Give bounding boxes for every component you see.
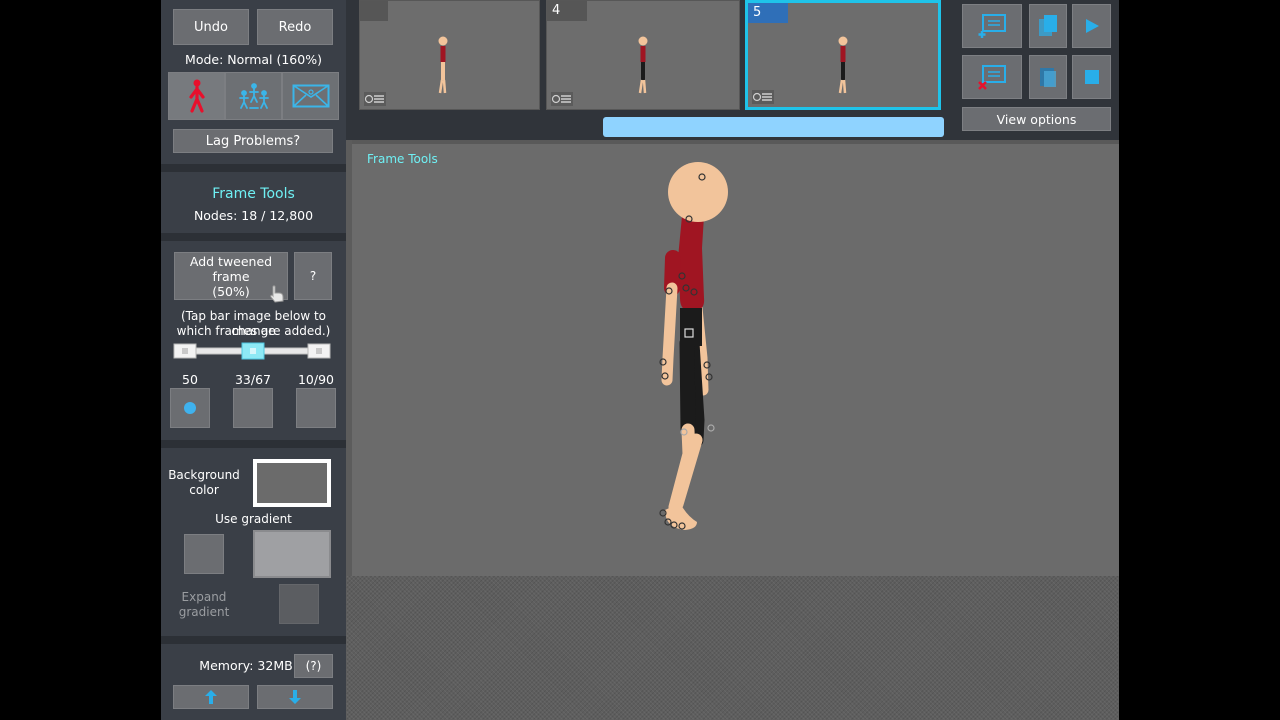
move-down-button[interactable]: [257, 685, 333, 709]
multi-figure-mode-button[interactable]: [225, 72, 282, 120]
canvas-mode-label: Frame Tools: [367, 152, 438, 166]
add-tweened-frame-percent: (50%): [212, 283, 250, 299]
background-color-swatch[interactable]: [253, 459, 331, 507]
expand-gradient-label-line1: Expand: [181, 590, 227, 604]
frame-number: 5: [748, 3, 788, 23]
add-tweened-frame-label: Add tweened frame: [189, 253, 273, 284]
memory-help-button[interactable]: (?): [294, 654, 333, 678]
multi-figure-icon: [238, 83, 269, 109]
tween-help-button[interactable]: ?: [294, 252, 332, 300]
frame-thumbnail-selected[interactable]: 5: [745, 0, 941, 110]
arrow-up-icon: [205, 690, 217, 704]
gradient-color-swatch[interactable]: [253, 530, 331, 578]
tween-hint-line2: which frames are added.): [176, 324, 331, 338]
section-divider: [161, 233, 346, 241]
figure-preview: [638, 36, 648, 94]
section-divider: [161, 636, 346, 644]
canvas-floor: [346, 576, 1119, 720]
selected-indicator: [184, 402, 196, 414]
frame-thumbnail[interactable]: [359, 0, 540, 110]
single-figure-mode-button[interactable]: [168, 72, 225, 120]
single-figure-icon: [188, 79, 205, 113]
frame-number: [360, 1, 388, 21]
figure-preview: [438, 36, 448, 94]
stop-button[interactable]: [1072, 55, 1111, 99]
layers-icon: [752, 90, 774, 104]
left-panel: Undo Redo Mode: Normal (160%) Lag Proble…: [161, 0, 346, 720]
use-gradient-checkbox[interactable]: [184, 534, 224, 574]
paste-frame-button[interactable]: [1029, 55, 1067, 99]
redo-button[interactable]: Redo: [257, 9, 333, 45]
use-gradient-label: Use gradient: [215, 512, 292, 526]
background-color-label-line1: Background: [168, 468, 240, 482]
mode-text: Mode: Normal (160%): [185, 52, 322, 67]
paste-frame-icon: [1040, 68, 1056, 87]
background-color-preview: [257, 463, 327, 503]
arrow-down-icon: [289, 690, 301, 704]
root-node-icon: [684, 328, 694, 338]
frame-controls: View options: [946, 0, 1119, 140]
nodes-count: Nodes: 18 / 12,800: [193, 208, 314, 223]
stick-figure[interactable]: [642, 158, 742, 538]
stop-icon: [1084, 70, 1099, 84]
background-color-label-line2: color: [189, 483, 219, 497]
frame-number: 4: [547, 1, 587, 21]
image-icon: [292, 84, 329, 108]
section-divider: [161, 440, 346, 448]
tween-bar[interactable]: [172, 341, 334, 361]
image-mode-button[interactable]: [282, 72, 339, 120]
lag-problems-button[interactable]: Lag Problems?: [173, 129, 333, 153]
delete-frame-icon: [978, 65, 1006, 90]
figure-preview: [838, 36, 848, 94]
layers-icon: [364, 92, 386, 106]
hand-pointer-icon: [267, 284, 287, 304]
add-frame-button[interactable]: [962, 4, 1022, 48]
tween-option-label-33-67: 33/67: [234, 372, 272, 387]
copy-frame-button[interactable]: [1029, 4, 1067, 48]
delete-frame-button[interactable]: [962, 55, 1022, 99]
view-options-button[interactable]: View options: [962, 107, 1111, 131]
tween-option-label-10-90: 10/90: [297, 372, 335, 387]
play-button[interactable]: [1072, 4, 1111, 48]
tween-option-33-67-button[interactable]: [233, 388, 273, 428]
frame-thumbnail[interactable]: 4: [546, 0, 740, 110]
drawing-canvas[interactable]: Frame Tools: [352, 144, 1119, 576]
tween-option-50-button[interactable]: [170, 388, 210, 428]
play-icon: [1085, 19, 1099, 33]
add-frame-icon: [978, 14, 1006, 38]
expand-gradient-checkbox[interactable]: [279, 584, 319, 624]
tween-option-10-90-button[interactable]: [296, 388, 336, 428]
timeline-scrollbar[interactable]: [603, 117, 944, 137]
memory-label: Memory: 32MB: [199, 658, 293, 673]
expand-gradient-label-line2: gradient: [178, 605, 230, 619]
layers-icon: [551, 92, 573, 106]
copy-frame-icon: [1039, 15, 1057, 36]
undo-button[interactable]: Undo: [173, 9, 249, 45]
section-divider: [161, 164, 346, 172]
frame-tools-title: Frame Tools: [212, 186, 295, 202]
move-up-button[interactable]: [173, 685, 249, 709]
tween-option-label-50: 50: [182, 372, 198, 387]
